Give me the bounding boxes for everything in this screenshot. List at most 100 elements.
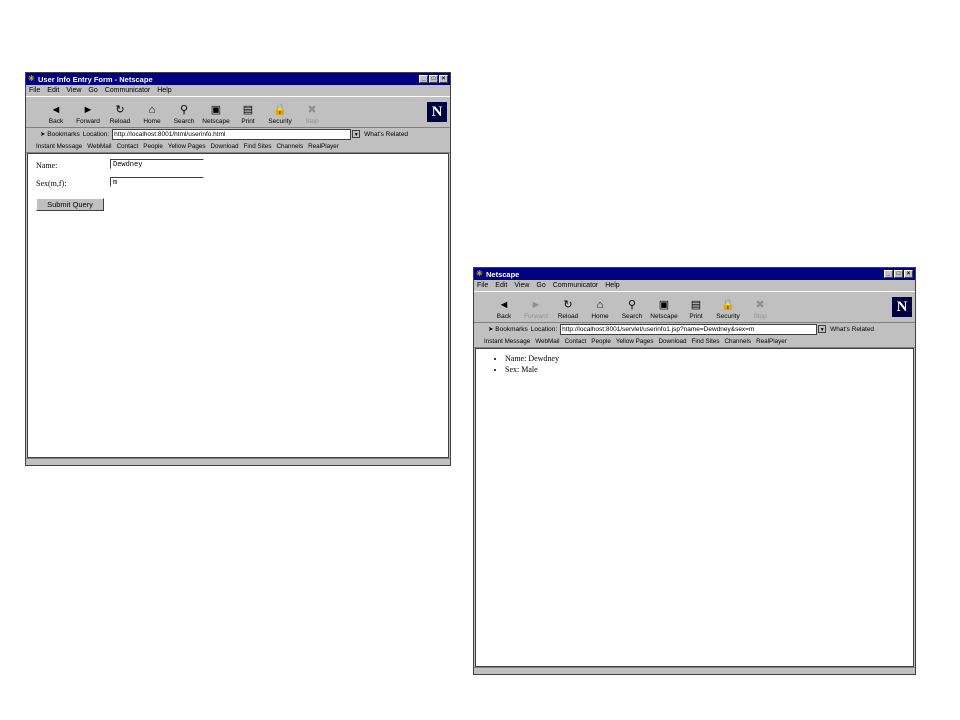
print-button[interactable]: ▤ Print: [680, 299, 712, 320]
search-icon: ⚲: [179, 104, 189, 116]
whats-related-button[interactable]: What's Related: [830, 326, 874, 333]
maximize-button[interactable]: □: [894, 270, 903, 278]
url-field[interactable]: http://localhost:8001/servlet/userinfo1.…: [560, 323, 818, 335]
stop-button[interactable]: ✖ Stop: [296, 104, 328, 125]
people-link[interactable]: People: [591, 338, 611, 345]
yellow-pages-link[interactable]: Yellow Pages: [168, 143, 206, 150]
contact-link[interactable]: Contact: [117, 143, 139, 150]
submit-query-button[interactable]: Submit Query: [36, 198, 104, 211]
netscape-button[interactable]: ▣ Netscape: [648, 299, 680, 320]
whats-related-button[interactable]: What's Related: [364, 131, 408, 138]
menu-file[interactable]: File: [29, 87, 40, 94]
stop-icon: ✖: [755, 299, 765, 311]
home-button[interactable]: ⌂ Home: [136, 104, 168, 125]
lock-icon: 🔒: [273, 104, 287, 116]
search-button[interactable]: ⚲ Search: [616, 299, 648, 320]
netscape-icon: ▣: [658, 299, 670, 311]
navigation-toolbar: ◄ Back ► Forward ↻ Reload ⌂ Home ⚲ Search ▣ Ne…: [474, 291, 915, 323]
bookmarks-button[interactable]: ➤ Bookmarks: [488, 325, 528, 333]
close-button[interactable]: ×: [439, 75, 448, 83]
webmail-link[interactable]: WebMail: [535, 338, 559, 345]
contact-link[interactable]: Contact: [565, 338, 587, 345]
webmail-link[interactable]: WebMail: [87, 143, 111, 150]
forward-arrow-icon: ►: [82, 104, 94, 116]
back-arrow-icon: ◄: [50, 104, 62, 116]
download-link[interactable]: Download: [210, 143, 238, 150]
name-field[interactable]: Dewdney: [110, 159, 204, 169]
netscape-logo-icon: ✳: [476, 269, 483, 278]
stop-button[interactable]: ✖ Stop: [744, 299, 776, 320]
netscape-n-logo[interactable]: N: [892, 297, 912, 317]
channels-link[interactable]: Channels: [725, 338, 752, 345]
close-button[interactable]: ×: [904, 270, 913, 278]
list-item: Sex: Male: [505, 364, 913, 375]
home-button[interactable]: ⌂ Home: [584, 299, 616, 320]
menu-communicator[interactable]: Communicator: [553, 282, 599, 289]
page-content: Name: Dewdney Sex: Male: [475, 348, 914, 667]
chevron-down-icon[interactable]: ▼: [352, 130, 361, 138]
reload-button[interactable]: ↻ Reload: [104, 104, 136, 125]
personal-toolbar: Instant Message WebMail Contact People Y…: [474, 335, 915, 348]
stop-icon: ✖: [307, 104, 317, 116]
chevron-down-icon[interactable]: ▼: [818, 325, 827, 333]
back-button[interactable]: ◄ Back: [40, 104, 72, 125]
reload-button[interactable]: ↻ Reload: [552, 299, 584, 320]
search-button[interactable]: ⚲ Search: [168, 104, 200, 125]
menu-file[interactable]: File: [477, 282, 488, 289]
home-icon: ⌂: [596, 299, 604, 311]
window-title: User Info Entry Form - Netscape: [38, 74, 153, 84]
menu-go[interactable]: Go: [536, 282, 545, 289]
search-icon: ⚲: [627, 299, 637, 311]
forward-button[interactable]: ► Forward: [72, 104, 104, 125]
menu-go[interactable]: Go: [88, 87, 97, 94]
window-title: Netscape: [486, 269, 520, 279]
browser-window-result: ✳ Netscape _ □ × File Edit View Go Commu…: [473, 267, 916, 675]
maximize-button[interactable]: □: [429, 75, 438, 83]
reload-icon: ↻: [115, 104, 125, 116]
browser-window-userinfo-form: ✳ User Info Entry Form - Netscape _ □ × …: [25, 72, 451, 466]
navigation-toolbar: ◄ Back ► Forward ↻ Reload ⌂ Home ⚲ Search ▣ Ne…: [26, 96, 450, 128]
title-bar[interactable]: ✳ User Info Entry Form - Netscape _ □ ×: [26, 73, 450, 85]
instant-message-link[interactable]: Instant Message: [36, 143, 82, 150]
menu-help[interactable]: Help: [157, 87, 171, 94]
menu-edit[interactable]: Edit: [495, 282, 507, 289]
reload-icon: ↻: [563, 299, 573, 311]
home-icon: ⌂: [148, 104, 156, 116]
location-bar: ➤ Bookmarks Location: http://localhost:8…: [26, 128, 450, 140]
location-label: Location:: [530, 325, 558, 333]
print-button[interactable]: ▤ Print: [232, 104, 264, 125]
menu-edit[interactable]: Edit: [47, 87, 59, 94]
realplayer-link[interactable]: RealPlayer: [756, 338, 787, 345]
sex-field[interactable]: m: [110, 177, 204, 187]
netscape-n-logo[interactable]: N: [427, 102, 447, 122]
menu-view[interactable]: View: [66, 87, 81, 94]
yellow-pages-link[interactable]: Yellow Pages: [616, 338, 654, 345]
menu-view[interactable]: View: [514, 282, 529, 289]
menu-bar: File Edit View Go Communicator Help: [474, 280, 915, 291]
minimize-button[interactable]: _: [419, 75, 428, 83]
find-sites-link[interactable]: Find Sites: [692, 338, 720, 345]
back-arrow-icon: ◄: [498, 299, 510, 311]
netscape-logo-icon: ✳: [28, 74, 35, 83]
people-link[interactable]: People: [143, 143, 163, 150]
download-link[interactable]: Download: [658, 338, 686, 345]
status-bar: [26, 458, 450, 465]
minimize-button[interactable]: _: [884, 270, 893, 278]
channels-link[interactable]: Channels: [277, 143, 304, 150]
forward-button[interactable]: ► Forward: [520, 299, 552, 320]
print-icon: ▤: [242, 104, 254, 116]
bookmarks-button[interactable]: ➤ Bookmarks: [40, 130, 80, 138]
menu-communicator[interactable]: Communicator: [105, 87, 151, 94]
security-button[interactable]: 🔒 Security: [712, 299, 744, 320]
status-bar: [474, 667, 915, 674]
netscape-button[interactable]: ▣ Netscape: [200, 104, 232, 125]
title-bar[interactable]: ✳ Netscape _ □ ×: [474, 268, 915, 280]
back-button[interactable]: ◄ Back: [488, 299, 520, 320]
page-content: Name: Dewdney Sex(m,f): m Submit Query: [27, 153, 449, 458]
menu-help[interactable]: Help: [605, 282, 619, 289]
instant-message-link[interactable]: Instant Message: [484, 338, 530, 345]
find-sites-link[interactable]: Find Sites: [244, 143, 272, 150]
url-field[interactable]: http://localhost:8001/html/userinfo.html: [112, 128, 352, 140]
realplayer-link[interactable]: RealPlayer: [308, 143, 339, 150]
security-button[interactable]: 🔒 Security: [264, 104, 296, 125]
